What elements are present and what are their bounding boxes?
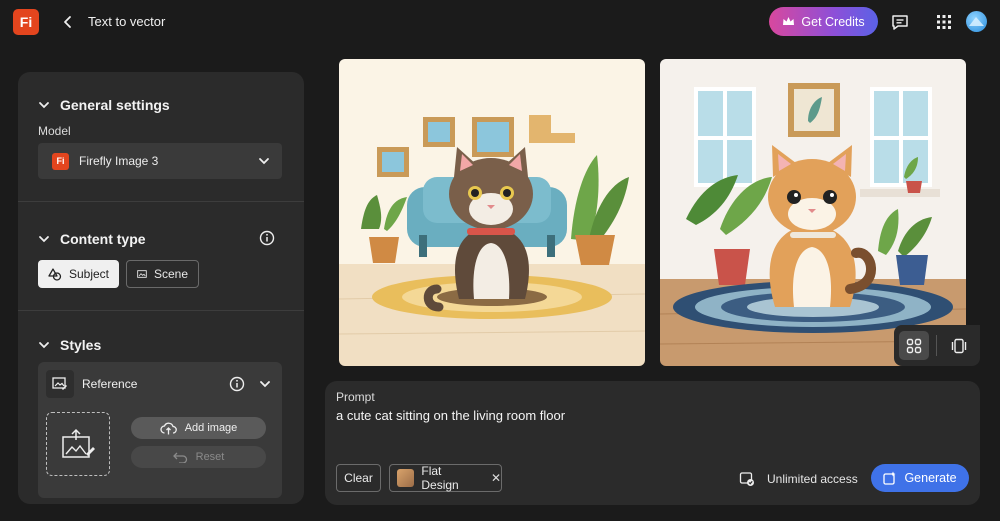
generated-image-1[interactable]	[339, 59, 645, 366]
scene-image-icon	[137, 270, 147, 278]
unlimited-access-icon	[739, 472, 754, 486]
clear-button[interactable]: Clear	[336, 464, 381, 492]
divider	[936, 335, 937, 356]
reference-image-icon	[46, 370, 74, 398]
styles-header[interactable]: Styles	[38, 337, 101, 353]
reference-card: Reference Add image Reset	[38, 362, 282, 498]
reset-label: Reset	[195, 451, 225, 463]
firefly-logo[interactable]: Fi	[13, 9, 39, 35]
reference-label: Reference	[82, 377, 138, 391]
undo-icon	[172, 452, 187, 463]
prompt-label: Prompt	[336, 390, 375, 404]
model-label: Model	[38, 124, 71, 138]
close-icon[interactable]: ✕	[491, 471, 501, 485]
single-view-button[interactable]	[944, 331, 974, 360]
info-icon[interactable]	[229, 376, 245, 392]
chevron-down-icon	[39, 102, 49, 109]
generate-label: Generate	[904, 471, 957, 485]
back-icon[interactable]	[58, 11, 78, 33]
cloud-upload-icon	[160, 422, 177, 434]
subject-label: Subject	[68, 267, 109, 281]
crown-icon	[783, 17, 795, 25]
single-view-icon	[951, 338, 967, 353]
general-settings-header[interactable]: General settings	[38, 97, 170, 113]
reset-button[interactable]: Reset	[131, 446, 266, 468]
model-value: Firefly Image 3	[79, 154, 159, 168]
styles-title: Styles	[60, 337, 102, 353]
content-type-title: Content type	[60, 231, 146, 247]
generate-button[interactable]: Generate	[871, 464, 969, 492]
reference-drop-zone[interactable]	[46, 412, 110, 476]
apps-grid-icon[interactable]	[932, 10, 956, 34]
divider	[18, 310, 304, 311]
content-type-header[interactable]: Content type	[38, 231, 146, 247]
upload-image-icon	[62, 428, 95, 458]
chevron-down-icon	[259, 158, 269, 165]
grid-view-icon	[906, 338, 922, 353]
chevron-down-icon	[39, 342, 49, 349]
info-icon[interactable]	[259, 230, 275, 246]
top-bar: Fi Text to vector Get Credits	[0, 0, 1000, 44]
grid-view-button[interactable]	[899, 331, 929, 360]
content-type-subject-button[interactable]: Subject	[38, 260, 119, 288]
generate-icon	[883, 471, 896, 485]
chevron-down-icon[interactable]	[259, 378, 271, 390]
style-thumbnail	[397, 469, 415, 487]
avatar[interactable]	[966, 11, 987, 32]
general-settings-title: General settings	[60, 97, 170, 113]
get-credits-label: Get Credits	[801, 14, 865, 29]
add-image-label: Add image	[184, 422, 238, 434]
feedback-icon[interactable]	[888, 10, 912, 34]
model-select[interactable]: Fi Firefly Image 3	[38, 143, 282, 179]
add-image-button[interactable]: Add image	[131, 417, 266, 439]
style-chip-flat-design[interactable]: Flat Design ✕	[389, 464, 502, 492]
page-title: Text to vector	[88, 14, 166, 29]
content-type-scene-button[interactable]: Scene	[126, 260, 199, 288]
generated-image-2[interactable]	[660, 59, 966, 366]
get-credits-button[interactable]: Get Credits	[769, 7, 878, 36]
view-toggle	[894, 325, 980, 366]
unlimited-access-label: Unlimited access	[767, 472, 858, 486]
chevron-down-icon	[39, 236, 49, 243]
scene-label: Scene	[153, 267, 188, 281]
firefly-model-icon: Fi	[52, 152, 69, 170]
shapes-icon	[48, 267, 62, 281]
prompt-input[interactable]: a cute cat sitting on the living room fl…	[336, 408, 565, 423]
prompt-panel: Prompt a cute cat sitting on the living …	[325, 381, 980, 505]
divider	[18, 201, 304, 202]
settings-panel: General settings Model Fi Firefly Image …	[18, 72, 304, 504]
style-chip-label: Flat Design	[421, 464, 459, 492]
